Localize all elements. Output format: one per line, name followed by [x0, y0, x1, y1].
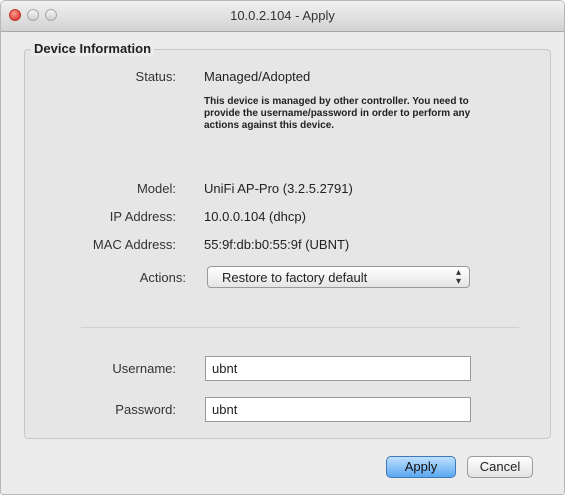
window-title: 10.0.2.104 - Apply [230, 8, 335, 23]
apply-dialog-window: 10.0.2.104 - Apply Device Information St… [0, 0, 565, 495]
password-label: Password: [115, 402, 176, 417]
model-value: UniFi AP-Pro (3.2.5.2791) [204, 181, 353, 196]
ip-address-value: 10.0.0.104 (dhcp) [204, 209, 306, 224]
group-legend: Device Information [31, 41, 155, 56]
actions-label: Actions: [139, 270, 186, 285]
password-field[interactable] [205, 397, 471, 422]
divider [81, 327, 519, 328]
status-label: Status: [135, 69, 176, 84]
title-bar: 10.0.2.104 - Apply [1, 1, 564, 32]
status-note: This device is managed by other controll… [204, 96, 471, 131]
model-label: Model: [136, 181, 176, 196]
username-field[interactable] [205, 356, 471, 381]
ip-address-label: IP Address: [109, 209, 176, 224]
updown-arrows-icon: ▴ ▾ [455, 267, 461, 287]
apply-button[interactable]: Apply [386, 456, 456, 478]
username-label: Username: [112, 361, 176, 376]
cancel-button[interactable]: Cancel [467, 456, 533, 478]
actions-select[interactable]: Restore to factory default ▴ ▾ [207, 266, 470, 288]
actions-selected-value: Restore to factory default [222, 270, 368, 285]
status-value: Managed/Adopted [204, 69, 311, 84]
mac-address-label: MAC Address: [92, 237, 176, 252]
mac-address-value: 55:9f:db:b0:55:9f (UBNT) [204, 237, 350, 252]
